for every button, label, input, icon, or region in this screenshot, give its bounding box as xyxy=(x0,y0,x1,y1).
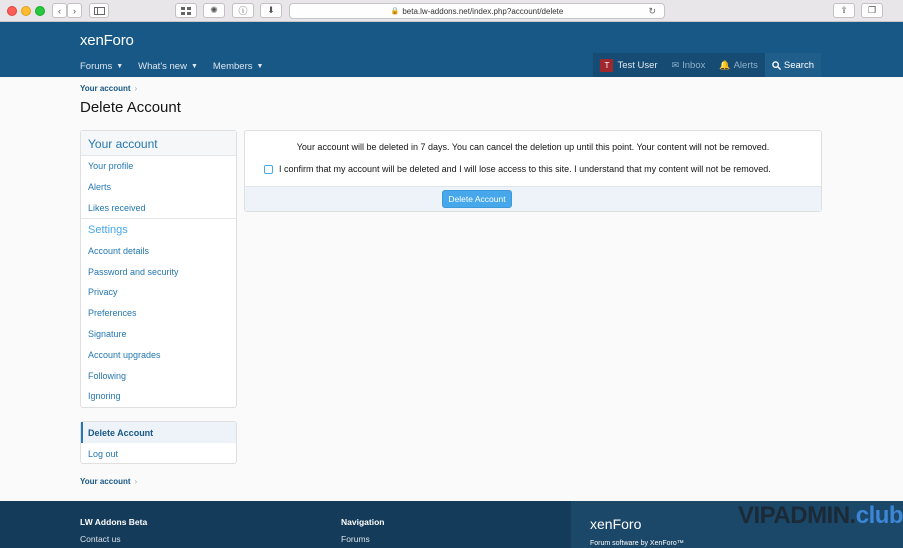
sidebar-item-preferences[interactable]: Preferences xyxy=(81,303,236,324)
avatar: T xyxy=(600,58,614,72)
tabs-icon: ❐ xyxy=(867,5,877,15)
site-logo[interactable]: xenForo xyxy=(80,32,134,49)
sidebar-item-account-upgrades[interactable]: Account upgrades xyxy=(81,344,236,365)
zoom-window-icon[interactable] xyxy=(35,6,45,16)
sidebar-item-ignoring[interactable]: Ignoring xyxy=(81,386,236,407)
footer-logo: xenForo xyxy=(590,516,642,532)
chevron-left-icon: ‹ xyxy=(58,5,61,16)
user-account-link[interactable]: T Test User xyxy=(593,53,664,77)
minimize-window-icon[interactable] xyxy=(21,6,31,16)
page-title: Delete Account xyxy=(80,99,181,116)
sidebar-item-signature[interactable]: Signature xyxy=(81,324,236,345)
sidebar-item-password-security[interactable]: Password and security xyxy=(81,261,236,282)
alerts-link[interactable]: 🔔 Alerts xyxy=(712,53,765,77)
site-header: xenForo Forums ▼ What's new ▼ Members ▼ T T… xyxy=(0,22,903,77)
delete-account-button[interactable]: Delete Account xyxy=(442,190,512,208)
tab-overview-button[interactable] xyxy=(175,3,197,18)
caret-down-icon[interactable]: ▼ xyxy=(191,63,198,70)
delete-account-form: Your account will be deleted in 7 days. … xyxy=(244,130,822,212)
browser-toolbar: ‹ › ✺ ⓘ ⬇ 🔒 beta.lw-addons.net/index.php… xyxy=(0,0,903,22)
close-window-icon[interactable] xyxy=(7,6,17,16)
footer-link-contact[interactable]: Contact us xyxy=(80,534,121,544)
tabs-button[interactable]: ❐ xyxy=(861,3,883,18)
sidebar-heading-settings[interactable]: Settings xyxy=(81,218,236,240)
share-icon: ⇪ xyxy=(840,5,848,15)
sidebar-item-account-details[interactable]: Account details xyxy=(81,240,236,261)
sidebar-item-alerts[interactable]: Alerts xyxy=(81,177,236,198)
footer-link-forums[interactable]: Forums xyxy=(341,534,370,544)
nav-forums[interactable]: Forums ▼ xyxy=(80,56,123,77)
reload-icon[interactable]: ↻ xyxy=(648,6,656,17)
form-submit-row: Delete Account xyxy=(245,186,821,211)
sidebar-item-following[interactable]: Following xyxy=(81,365,236,386)
confirm-checkbox[interactable] xyxy=(264,164,273,174)
back-button[interactable]: ‹ xyxy=(52,3,67,18)
sidebar-item-delete-account[interactable]: Delete Account xyxy=(81,422,236,443)
nav-members[interactable]: Members ▼ xyxy=(213,56,264,77)
main-nav: Forums ▼ What's new ▼ Members ▼ xyxy=(80,56,278,77)
sidebar-toggle-button[interactable] xyxy=(89,3,109,18)
sidebar-heading-your-account[interactable]: Your account xyxy=(81,131,236,156)
search-icon xyxy=(772,60,781,70)
footer-col-title-site: LW Addons Beta xyxy=(80,517,148,527)
sidebar-item-privacy[interactable]: Privacy xyxy=(81,282,236,303)
breadcrumb-bottom[interactable]: Your account › xyxy=(80,477,137,486)
nav-whats-new[interactable]: What's new ▼ xyxy=(138,56,198,77)
chevron-right-icon: › xyxy=(134,477,138,486)
confirm-label: I confirm that my account will be delete… xyxy=(279,164,771,174)
download-icon: ⬇ xyxy=(267,5,275,15)
download-button[interactable]: ⬇ xyxy=(260,3,282,18)
account-sidebar: Your account Your profile Alerts Likes r… xyxy=(80,130,237,408)
extension-button[interactable]: ✺ xyxy=(203,3,225,18)
info-icon: ⓘ xyxy=(238,6,248,16)
grid-icon xyxy=(181,6,191,15)
caret-down-icon[interactable]: ▼ xyxy=(256,63,263,70)
confirm-checkbox-row[interactable]: I confirm that my account will be delete… xyxy=(264,164,771,174)
sidebar-item-log-out[interactable]: Log out xyxy=(81,443,236,464)
info-button[interactable]: ⓘ xyxy=(232,3,254,18)
deletion-notice: Your account will be deleted in 7 days. … xyxy=(296,142,770,152)
sidebar-item-your-profile[interactable]: Your profile xyxy=(81,156,236,177)
user-nav: T Test User ✉ Inbox 🔔 Alerts Search xyxy=(593,53,821,77)
bell-icon: 🔔 xyxy=(719,59,731,70)
lock-icon: 🔒 xyxy=(390,8,400,15)
footer-credit[interactable]: Forum software by XenForo™ xyxy=(590,540,684,547)
forward-button[interactable]: › xyxy=(67,3,82,18)
account-actions-sidebar: Delete Account Log out xyxy=(80,421,237,464)
search-button[interactable]: Search xyxy=(764,53,821,77)
watermark: VIPADMIN.club xyxy=(738,502,903,529)
breadcrumb[interactable]: Your account › xyxy=(80,84,137,93)
footer-col-title-navigation: Navigation xyxy=(341,517,385,527)
chevron-right-icon: › xyxy=(73,5,76,16)
envelope-icon: ✉ xyxy=(671,59,680,70)
share-button[interactable]: ⇪ xyxy=(833,3,855,18)
url-text: beta.lw-addons.net/index.php?account/del… xyxy=(402,6,564,16)
sidebar-icon xyxy=(93,6,105,15)
caret-down-icon[interactable]: ▼ xyxy=(116,63,123,70)
chevron-right-icon: › xyxy=(134,84,138,93)
username: Test User xyxy=(617,59,658,71)
inbox-link[interactable]: ✉ Inbox xyxy=(665,53,713,77)
bug-icon: ✺ xyxy=(210,5,218,15)
sidebar-item-likes-received[interactable]: Likes received xyxy=(81,198,236,219)
address-bar[interactable]: 🔒 beta.lw-addons.net/index.php?account/d… xyxy=(289,3,665,19)
